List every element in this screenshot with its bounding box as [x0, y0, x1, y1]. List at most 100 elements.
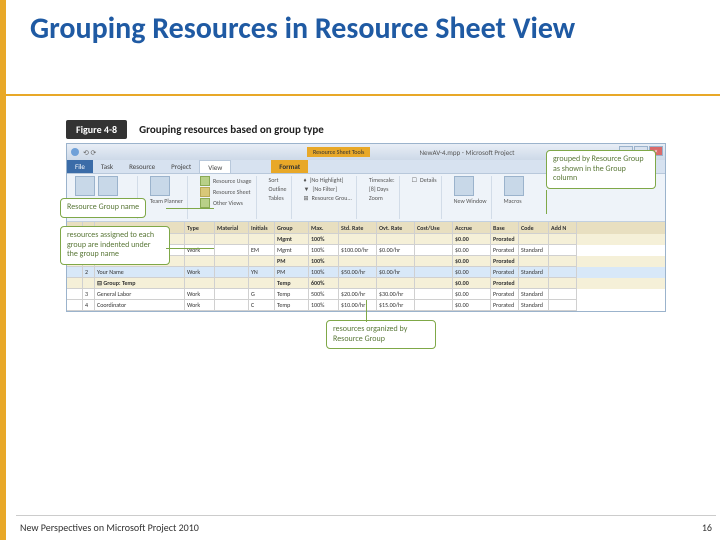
cell[interactable]: [185, 234, 215, 245]
cell[interactable]: Temp: [275, 300, 309, 311]
cell[interactable]: Prorated: [491, 245, 519, 256]
cell[interactable]: [377, 234, 415, 245]
cell[interactable]: $50.00/hr: [339, 267, 377, 278]
cell[interactable]: Temp: [275, 278, 309, 289]
tab-resource[interactable]: Resource: [121, 160, 163, 173]
cell[interactable]: Mgmt: [275, 245, 309, 256]
cell[interactable]: 3: [83, 289, 95, 300]
cell[interactable]: 100%: [309, 300, 339, 311]
col-ovtrate[interactable]: Ovt. Rate: [377, 222, 415, 234]
cell[interactable]: [415, 256, 453, 267]
cell[interactable]: [549, 245, 577, 256]
cell[interactable]: $0.00: [453, 289, 491, 300]
cell[interactable]: Prorated: [491, 289, 519, 300]
cell[interactable]: ⊟ Group: Temp: [95, 278, 185, 289]
details-checkbox[interactable]: Details: [420, 176, 437, 184]
col-code[interactable]: Code: [519, 222, 549, 234]
cell[interactable]: [215, 300, 249, 311]
groupby-dropdown[interactable]: Resource Grou...: [312, 194, 352, 202]
cell[interactable]: [549, 234, 577, 245]
cell[interactable]: [249, 234, 275, 245]
cell[interactable]: $0.00/hr: [377, 245, 415, 256]
col-stdrate[interactable]: Std. Rate: [339, 222, 377, 234]
cell[interactable]: Work: [185, 289, 215, 300]
col-material[interactable]: Material: [215, 222, 249, 234]
cell[interactable]: [215, 267, 249, 278]
cell[interactable]: EM: [249, 245, 275, 256]
col-group[interactable]: Group: [275, 222, 309, 234]
cell[interactable]: $0.00: [453, 278, 491, 289]
cell[interactable]: 500%: [309, 289, 339, 300]
cell[interactable]: [519, 278, 549, 289]
cell[interactable]: [549, 300, 577, 311]
cell[interactable]: [377, 278, 415, 289]
cell[interactable]: 2: [83, 267, 95, 278]
cell[interactable]: General Labor: [95, 289, 185, 300]
cell[interactable]: Mgmt: [275, 234, 309, 245]
cell[interactable]: $0.00: [453, 234, 491, 245]
cell[interactable]: 100%: [309, 267, 339, 278]
cell[interactable]: [415, 289, 453, 300]
cell[interactable]: Prorated: [491, 278, 519, 289]
table-row[interactable]: 3 General LaborWork GTemp500%$20.00/hr$30…: [67, 289, 665, 300]
cell[interactable]: $100.00/hr: [339, 245, 377, 256]
cell[interactable]: [415, 245, 453, 256]
cell[interactable]: Prorated: [491, 300, 519, 311]
tab-format[interactable]: Format: [271, 160, 308, 173]
cell[interactable]: [415, 234, 453, 245]
cell[interactable]: [249, 256, 275, 267]
cell[interactable]: Prorated: [491, 234, 519, 245]
tab-view[interactable]: View: [199, 160, 231, 173]
cell[interactable]: [415, 300, 453, 311]
cell[interactable]: $30.00/hr: [377, 289, 415, 300]
cell[interactable]: [67, 278, 83, 289]
col-accrue[interactable]: Accrue: [453, 222, 491, 234]
cell[interactable]: 100%: [309, 234, 339, 245]
tab-task[interactable]: Task: [93, 160, 121, 173]
cell[interactable]: [549, 256, 577, 267]
cell[interactable]: [215, 245, 249, 256]
cell[interactable]: $0.00: [453, 245, 491, 256]
cell[interactable]: [549, 267, 577, 278]
col-costuse[interactable]: Cost/Use: [415, 222, 453, 234]
cell[interactable]: Coordinator: [95, 300, 185, 311]
cell[interactable]: [339, 234, 377, 245]
cell[interactable]: $0.00: [453, 267, 491, 278]
outline-label[interactable]: Outline: [269, 185, 287, 193]
cell[interactable]: [519, 256, 549, 267]
cell[interactable]: [519, 234, 549, 245]
col-base[interactable]: Base: [491, 222, 519, 234]
cell[interactable]: 4: [83, 300, 95, 311]
cell[interactable]: [185, 278, 215, 289]
zoom-label[interactable]: Zoom: [369, 194, 383, 202]
window-label[interactable]: New Window: [454, 197, 487, 205]
cell[interactable]: Standard: [519, 289, 549, 300]
cell[interactable]: 600%: [309, 278, 339, 289]
cell[interactable]: Temp: [275, 289, 309, 300]
cell[interactable]: [339, 278, 377, 289]
cell[interactable]: [67, 289, 83, 300]
cell[interactable]: [215, 289, 249, 300]
planner-label[interactable]: Team Planner: [150, 197, 183, 205]
cell[interactable]: C: [249, 300, 275, 311]
cell[interactable]: [549, 278, 577, 289]
res-sheet-label[interactable]: Resource Sheet: [213, 188, 251, 196]
tab-project[interactable]: Project: [163, 160, 199, 173]
filter-dropdown[interactable]: [No Filter]: [312, 185, 337, 193]
cell[interactable]: [67, 300, 83, 311]
timescale-value[interactable]: [8] Days: [369, 185, 389, 193]
cell[interactable]: [415, 278, 453, 289]
macros-label[interactable]: Macros: [504, 197, 522, 205]
res-usage-label[interactable]: Resource Usage: [213, 177, 252, 185]
cell[interactable]: Standard: [519, 245, 549, 256]
cell[interactable]: PM: [275, 267, 309, 278]
cell[interactable]: 100%: [309, 245, 339, 256]
other-views-label[interactable]: Other Views: [213, 199, 243, 207]
cell[interactable]: G: [249, 289, 275, 300]
cell[interactable]: [377, 256, 415, 267]
table-row[interactable]: 2 Your NameWorkYNPM100%$50.00/hr$0.00/hr…: [67, 267, 665, 278]
cell[interactable]: $15.00/hr: [377, 300, 415, 311]
table-row[interactable]: ⊟ Group: Temp Temp600% $0.00Prorated: [67, 278, 665, 289]
cell[interactable]: $20.00/hr: [339, 289, 377, 300]
cell[interactable]: Your Name: [95, 267, 185, 278]
